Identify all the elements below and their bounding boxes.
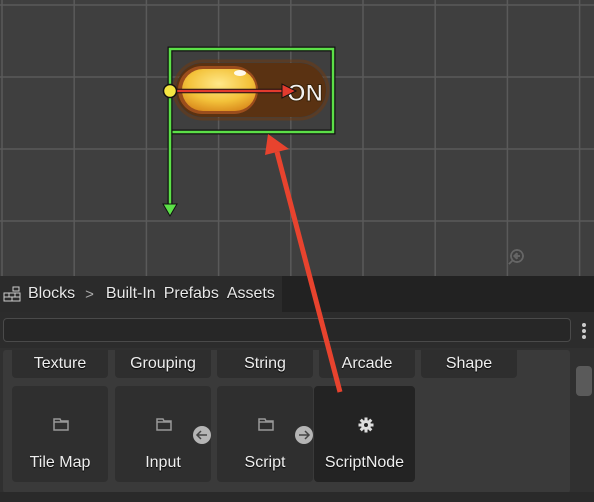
gear-icon — [357, 416, 375, 433]
category-arcade[interactable]: Arcade — [319, 350, 415, 378]
tab-built-in[interactable]: Built-In — [102, 285, 160, 303]
category-texture[interactable]: Texture — [12, 350, 108, 378]
tile-tile-map[interactable]: Tile Map — [12, 386, 108, 482]
category-string[interactable]: String — [217, 350, 313, 378]
folder-icon — [257, 416, 275, 432]
tile-label: Script — [244, 454, 286, 471]
tile-scriptnode[interactable]: ScriptNode — [314, 386, 415, 482]
tile-label: Tile Map — [29, 454, 91, 471]
block-grid: Texture Grouping String Arcade Shape Til… — [3, 350, 570, 493]
scroll-right-icon[interactable] — [295, 426, 313, 444]
scroll-left-icon[interactable] — [193, 426, 211, 444]
tab-prefabs[interactable]: Prefabs — [160, 285, 223, 303]
zoom-reset-icon[interactable] — [508, 248, 569, 266]
tab-bar: Blocks > Built-In Prefabs Assets — [0, 276, 594, 312]
breadcrumb-separator: > — [85, 285, 94, 303]
search-row — [0, 312, 594, 348]
search-input[interactable] — [3, 318, 571, 342]
panel-footer — [0, 492, 594, 502]
tab-assets[interactable]: Assets — [223, 285, 279, 303]
y-axis-arrow-icon — [162, 203, 178, 217]
tile-label: Input — [145, 454, 181, 471]
blocks-panel: Blocks > Built-In Prefabs Assets Texture… — [0, 276, 594, 502]
vertical-scrollbar[interactable] — [576, 366, 592, 396]
zoom-controls — [507, 248, 569, 266]
folder-icon — [155, 416, 173, 432]
more-options-icon[interactable] — [580, 323, 588, 339]
toggle-on-text: ON — [287, 80, 323, 107]
folder-icon — [52, 416, 70, 432]
category-shape[interactable]: Shape — [421, 350, 517, 378]
category-grouping[interactable]: Grouping — [115, 350, 211, 378]
tile-label: ScriptNode — [324, 454, 405, 471]
pivot-handle[interactable] — [162, 83, 178, 99]
blocks-icon — [3, 286, 21, 302]
tab-blocks[interactable]: Blocks — [24, 285, 79, 303]
zoom-out-icon[interactable] — [508, 248, 547, 266]
scene-canvas[interactable]: ON — [0, 0, 594, 276]
scene-grid: ON — [0, 0, 594, 276]
